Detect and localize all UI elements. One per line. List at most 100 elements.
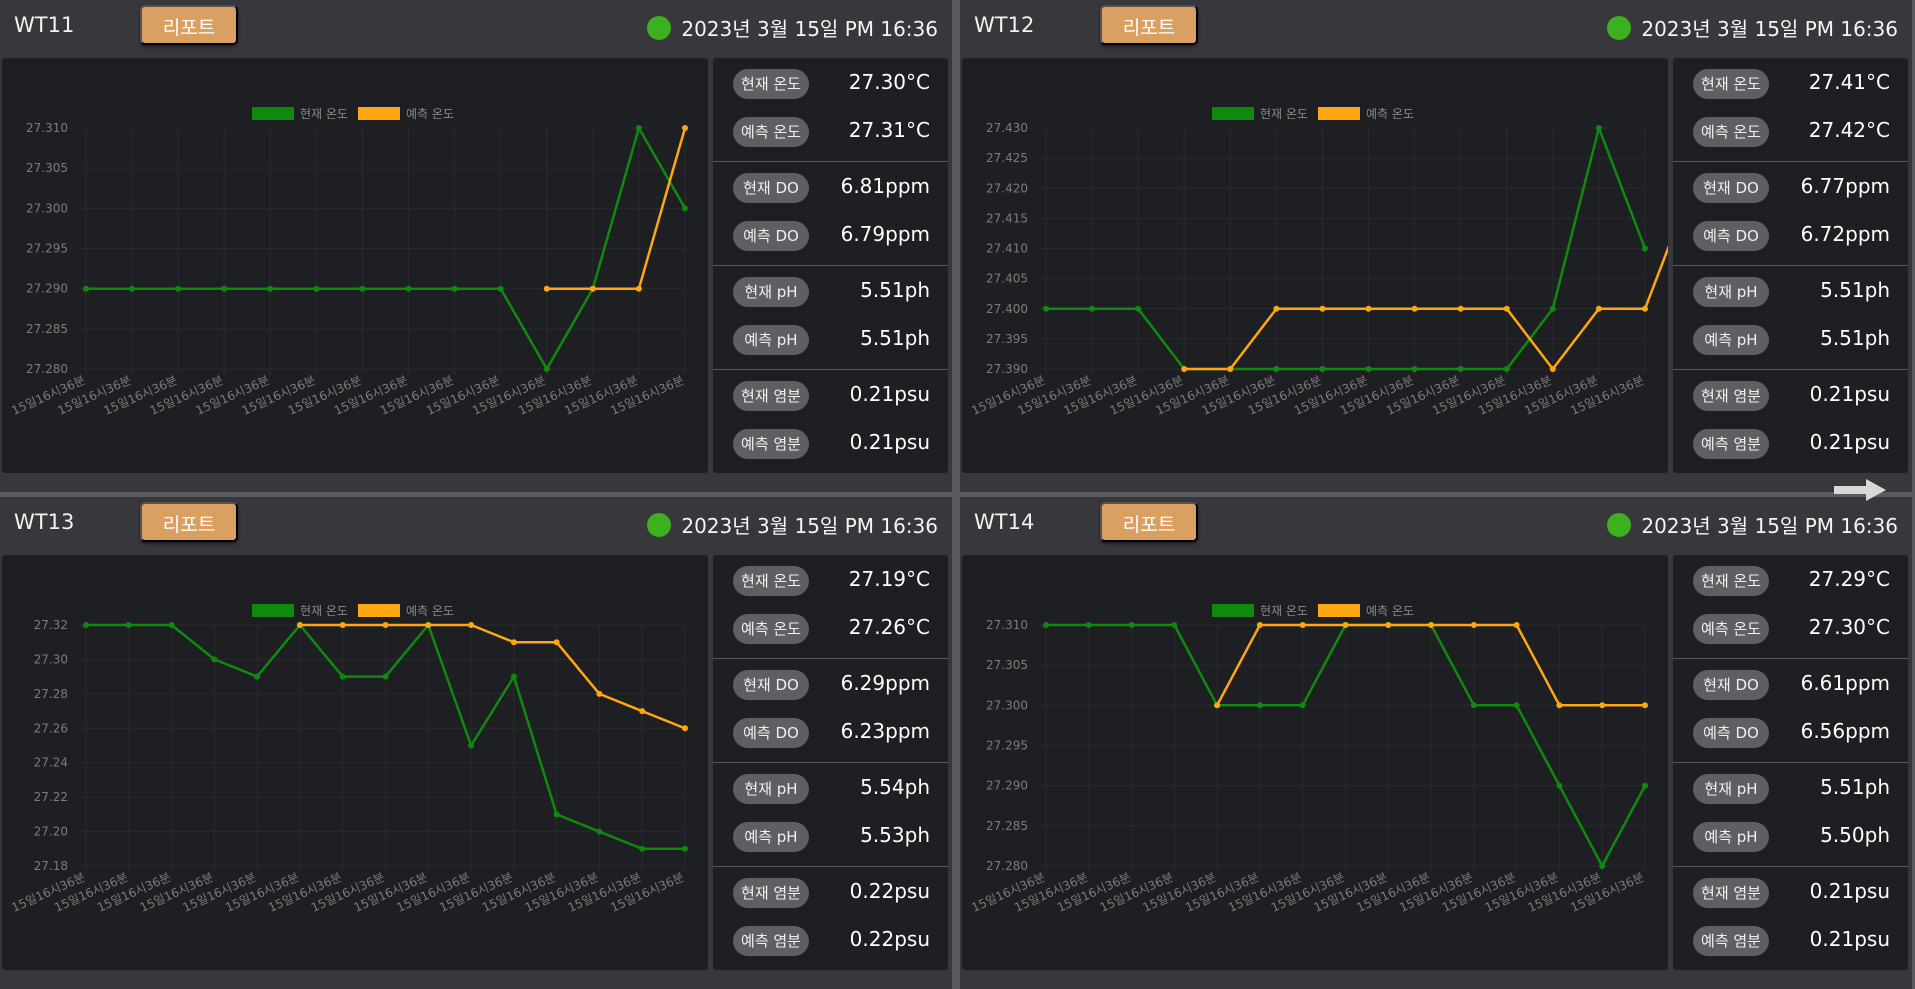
data-point [83, 622, 89, 628]
metric-group: 현재 온도 27.29°C 예측 온도 27.30°C [1673, 555, 1908, 659]
data-point [125, 622, 132, 628]
data-point [1365, 305, 1372, 312]
metric-value: 27.42°C [1808, 118, 1890, 142]
data-point [1549, 366, 1556, 372]
metric-row-predicted: 예측 pH 5.53ph [713, 813, 948, 861]
status-dot-icon [647, 15, 672, 40]
status-indicator: 2023년 3월 15일 PM 16:36 [1607, 13, 1898, 42]
metric-row-current: 현재 온도 27.30°C [713, 60, 948, 108]
data-point [553, 639, 560, 646]
metric-row-predicted: 예측 온도 27.31°C [713, 108, 948, 156]
metric-value: 6.72ppm [1800, 222, 1890, 246]
metric-value: 27.41°C [1808, 70, 1890, 94]
metric-row-predicted: 예측 DO 6.79ppm [713, 212, 948, 260]
y-tick-label: 27.295 [26, 242, 68, 256]
report-button[interactable]: 리포트 [140, 502, 238, 542]
y-tick-label: 27.30 [34, 652, 68, 666]
status-indicator: 2023년 3월 15일 PM 16:36 [647, 510, 938, 539]
metric-row-current: 현재 염분 0.21psu [1673, 372, 1908, 420]
metric-group: 현재 온도 27.30°C 예측 온도 27.31°C [713, 58, 948, 162]
data-point [1089, 305, 1096, 312]
data-point [296, 622, 303, 628]
data-point [313, 285, 320, 292]
data-point [254, 673, 261, 680]
data-point [1128, 622, 1135, 628]
data-point [468, 742, 475, 749]
metric-row-predicted: 예측 pH 5.51ph [1673, 316, 1908, 364]
metric-row-predicted: 예측 pH 5.51ph [713, 316, 948, 364]
chart-area: 27.310 27.305 27.300 27.295 27.290 27.285 27.2… [962, 555, 1668, 970]
y-tick-label: 27.280 [26, 362, 68, 376]
data-point [339, 673, 346, 680]
metric-label-badge: 예측 염분 [1693, 429, 1769, 459]
legend-label: 현재 온도 [300, 604, 348, 618]
data-point [1513, 622, 1520, 628]
report-button[interactable]: 리포트 [1100, 5, 1198, 45]
status-dot-icon [647, 512, 672, 537]
data-point [175, 285, 182, 292]
arrow-right-icon[interactable] [1832, 477, 1888, 503]
data-point [1181, 366, 1188, 372]
data-point [468, 622, 475, 628]
metric-row-current: 현재 염분 0.21psu [713, 372, 948, 420]
legend-swatch [1318, 107, 1360, 120]
y-tick-label: 27.425 [986, 151, 1028, 165]
metric-label-badge: 현재 온도 [1693, 69, 1769, 99]
status-dot-icon [1607, 15, 1632, 40]
metric-value: 6.23ppm [840, 719, 930, 743]
metric-row-predicted: 예측 온도 27.26°C [713, 605, 948, 653]
metric-group: 현재 pH 5.54ph 예측 pH 5.53ph [713, 763, 948, 867]
status-dot-icon [1607, 512, 1632, 537]
data-point [1642, 305, 1648, 312]
metric-group: 현재 DO 6.29ppm 예측 DO 6.23ppm [713, 659, 948, 763]
metric-group: 현재 온도 27.19°C 예측 온도 27.26°C [713, 555, 948, 659]
metric-value: 5.51ph [1820, 326, 1890, 350]
metric-label-badge: 예측 DO [1693, 718, 1769, 748]
y-tick-label: 27.285 [986, 819, 1028, 833]
data-point [1642, 702, 1648, 709]
metric-value: 27.30°C [848, 70, 930, 94]
datetime-label: 2023년 3월 15일 PM 16:36 [681, 17, 938, 41]
metric-value: 5.51ph [1820, 775, 1890, 799]
y-tick-label: 27.400 [986, 302, 1028, 316]
line-chart: 27.32 27.30 27.28 27.26 27.24 27.22 27.20 27.18… [9, 604, 688, 915]
metric-row-current: 현재 pH 5.54ph [713, 765, 948, 813]
datetime-label: 2023년 3월 15일 PM 16:36 [1641, 514, 1898, 538]
data-point [1595, 125, 1602, 131]
y-tick-label: 27.310 [986, 618, 1028, 632]
metric-label-badge: 예측 DO [733, 718, 809, 748]
data-point [1299, 622, 1306, 628]
y-tick-label: 27.300 [986, 698, 1028, 712]
metric-group: 현재 염분 0.21psu 예측 염분 0.21psu [713, 370, 948, 474]
metrics-panel: 현재 온도 27.29°C 예측 온도 27.30°C 현재 DO 6.61ppm 예측 D… [1673, 555, 1908, 970]
metric-label-badge: 현재 염분 [1693, 878, 1769, 908]
metric-row-current: 현재 DO 6.77ppm [1673, 164, 1908, 212]
data-point [682, 725, 688, 732]
metric-row-predicted: 예측 온도 27.30°C [1673, 605, 1908, 653]
datetime-label: 2023년 3월 15일 PM 16:36 [1641, 17, 1898, 41]
data-point [1503, 305, 1510, 312]
report-button[interactable]: 리포트 [1100, 502, 1198, 542]
metric-row-current: 현재 pH 5.51ph [713, 268, 948, 316]
data-point [339, 622, 346, 628]
metric-value: 5.51ph [1820, 278, 1890, 302]
panel-wt14: WT14 리포트 2023년 3월 15일 PM 16:36 27.310 27.305… [960, 497, 1912, 989]
data-point [1273, 366, 1280, 372]
metric-value: 5.53ph [860, 823, 930, 847]
y-tick-label: 27.410 [986, 242, 1028, 256]
data-point [1411, 305, 1418, 312]
metric-value: 27.30°C [1808, 615, 1890, 639]
report-button[interactable]: 리포트 [140, 5, 238, 45]
data-point [635, 285, 642, 292]
metric-row-predicted: 예측 pH 5.50ph [1673, 813, 1908, 861]
data-point [382, 673, 389, 680]
metric-group: 현재 DO 6.81ppm 예측 DO 6.79ppm [713, 162, 948, 266]
data-point [1599, 702, 1606, 709]
line-chart: 27.310 27.305 27.300 27.295 27.290 27.285 27.2… [9, 107, 688, 418]
metric-label-badge: 현재 염분 [733, 878, 809, 908]
data-point [1549, 305, 1556, 312]
metrics-panel: 현재 온도 27.19°C 예측 온도 27.26°C 현재 DO 6.29ppm 예측 D… [713, 555, 948, 970]
data-point [1273, 305, 1280, 312]
data-point [639, 708, 646, 715]
metric-value: 6.29ppm [840, 671, 930, 695]
